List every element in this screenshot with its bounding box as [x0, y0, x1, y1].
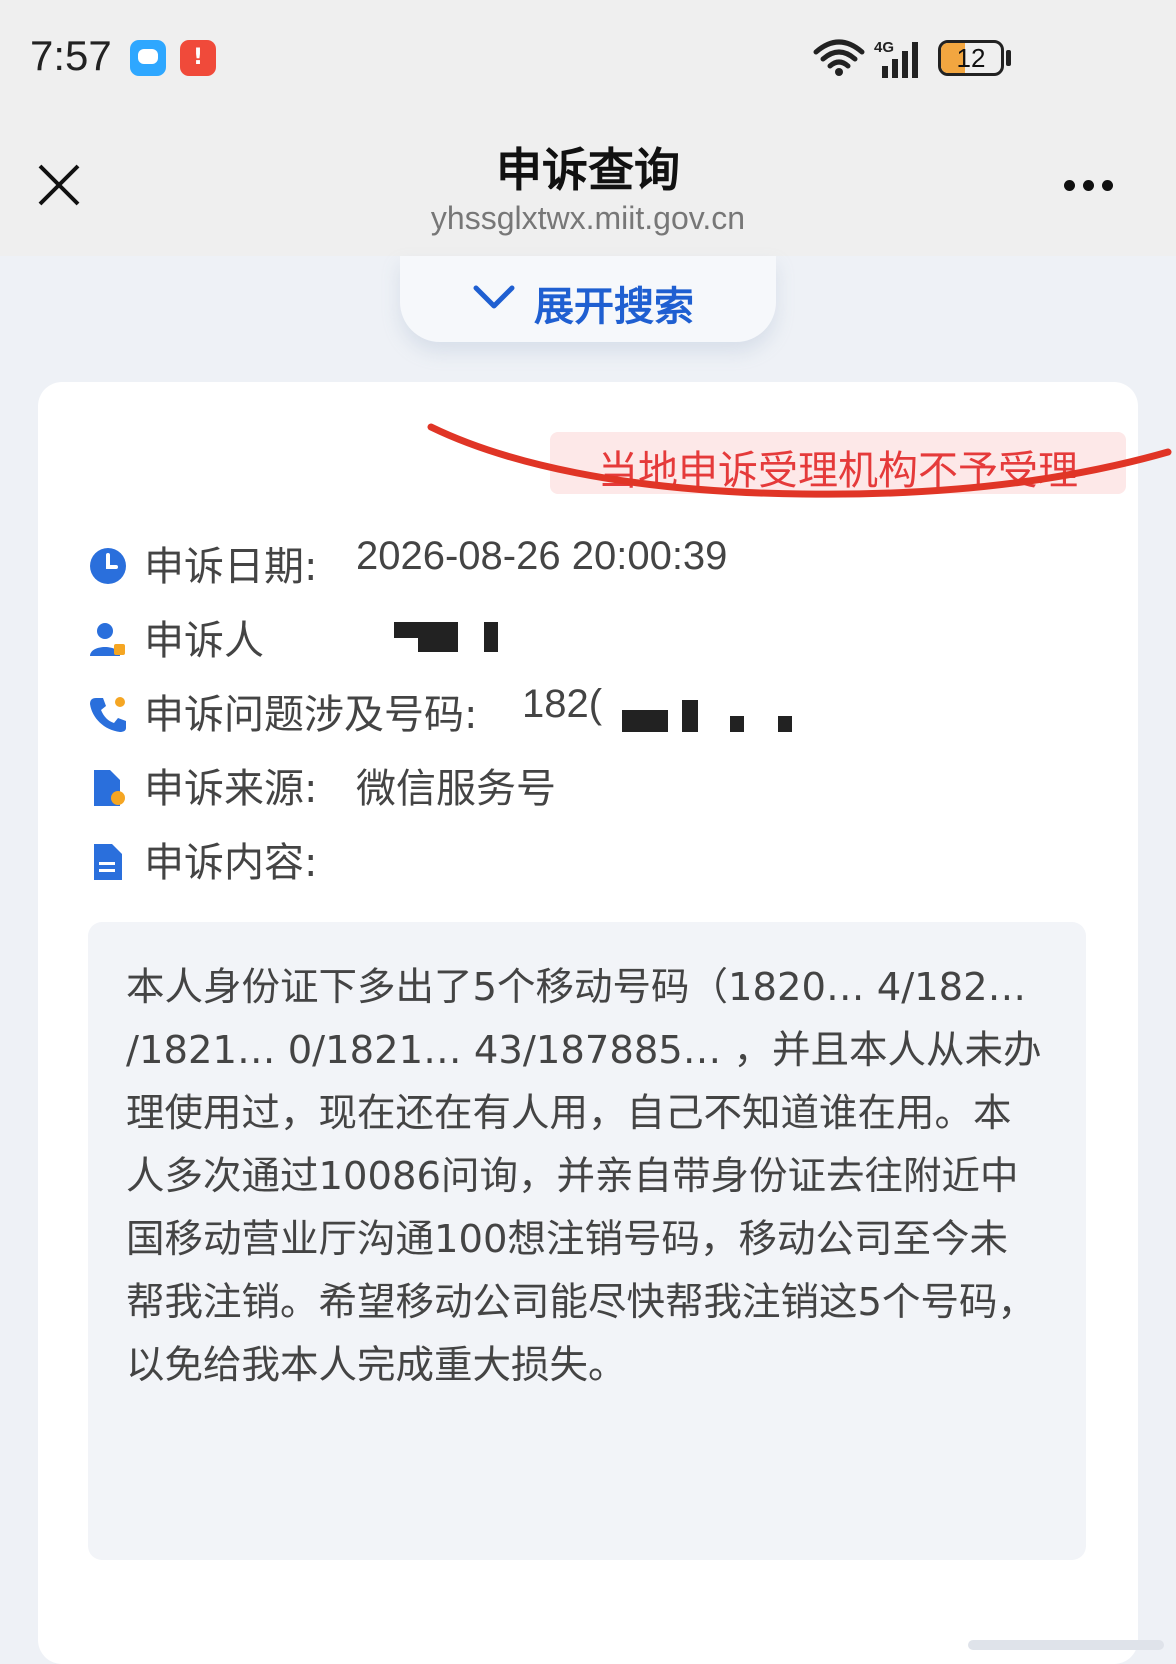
complaint-date-label: 申诉日期: — [144, 544, 318, 590]
person-icon — [90, 623, 125, 656]
redacted-name-mask — [418, 622, 458, 652]
complainant-label: 申诉人 — [144, 618, 264, 664]
complaint-date-row: 申诉日期: 2026-08-26 20:00:39 — [88, 534, 988, 594]
clock-icon — [90, 548, 126, 584]
complaint-content-text: 本人身份证下多出了5个移动号码（1820… 4/182… /1821… 0/18… — [126, 965, 1042, 1388]
complaint-date-value: 2026-08-26 20:00:39 — [356, 534, 728, 578]
complaint-source-value: 微信服务号 — [356, 766, 556, 812]
watermark-logo — [968, 1640, 1164, 1650]
complaint-source-row: 申诉来源: 微信服务号 — [88, 756, 988, 816]
redacted-number-mask — [682, 700, 698, 732]
nav-bar: 申诉查询 yhssglxtwx.miit.gov.cn — [0, 120, 1176, 256]
document-source-icon — [94, 770, 125, 806]
battery-label: 12 — [956, 43, 986, 73]
chevron-down-icon — [473, 285, 515, 309]
phone-icon — [90, 697, 126, 732]
expand-search-button[interactable]: 展开搜索 — [400, 256, 776, 342]
battery-tip — [1006, 50, 1011, 66]
page-title: 申诉查询 — [496, 143, 680, 197]
wifi-icon — [813, 39, 865, 76]
redacted-number-mask — [730, 716, 744, 732]
status-bar: 7:57 ! 4G 12 — [0, 0, 1176, 120]
complaint-content-label: 申诉内容: — [144, 840, 318, 886]
complaint-record-card: 当地申诉受理机构不予受理 申诉日期: 2026-08-26 20:00:39 申… — [38, 382, 1172, 1664]
complaint-number-row: 申诉问题涉及号码: 182( — [88, 682, 988, 742]
redacted-name-mask — [394, 622, 418, 638]
expand-search-label: 展开搜索 — [534, 284, 694, 330]
complainant-row: 申诉人 — [88, 608, 988, 668]
complaint-source-label: 申诉来源: — [144, 766, 318, 812]
more-dots-icon[interactable] — [1064, 176, 1124, 196]
redacted-number-mask — [622, 710, 668, 732]
redacted-number-mask — [778, 716, 792, 732]
complaint-content-box: 本人身份证下多出了5个移动号码（1820… 4/182… /1821… 0/18… — [88, 922, 1086, 1560]
alert-app-icon: ! — [180, 40, 216, 76]
redacted-name-mask — [484, 622, 498, 652]
battery-icon: 12 — [938, 40, 1004, 76]
chat-app-icon — [130, 40, 166, 76]
document-content-icon — [94, 844, 122, 880]
complaint-number-value: 182( — [522, 682, 603, 726]
cellular-signal-icon: 4G — [874, 39, 918, 78]
complaint-number-label: 申诉问题涉及号码: — [144, 692, 478, 738]
handwritten-underline-mark — [427, 423, 1172, 498]
complaint-content-row: 申诉内容: — [88, 830, 988, 890]
status-time: 7:57 — [30, 32, 112, 79]
svg-text:4G: 4G — [874, 39, 894, 56]
page-url: yhssglxtwx.miit.gov.cn — [430, 200, 746, 236]
